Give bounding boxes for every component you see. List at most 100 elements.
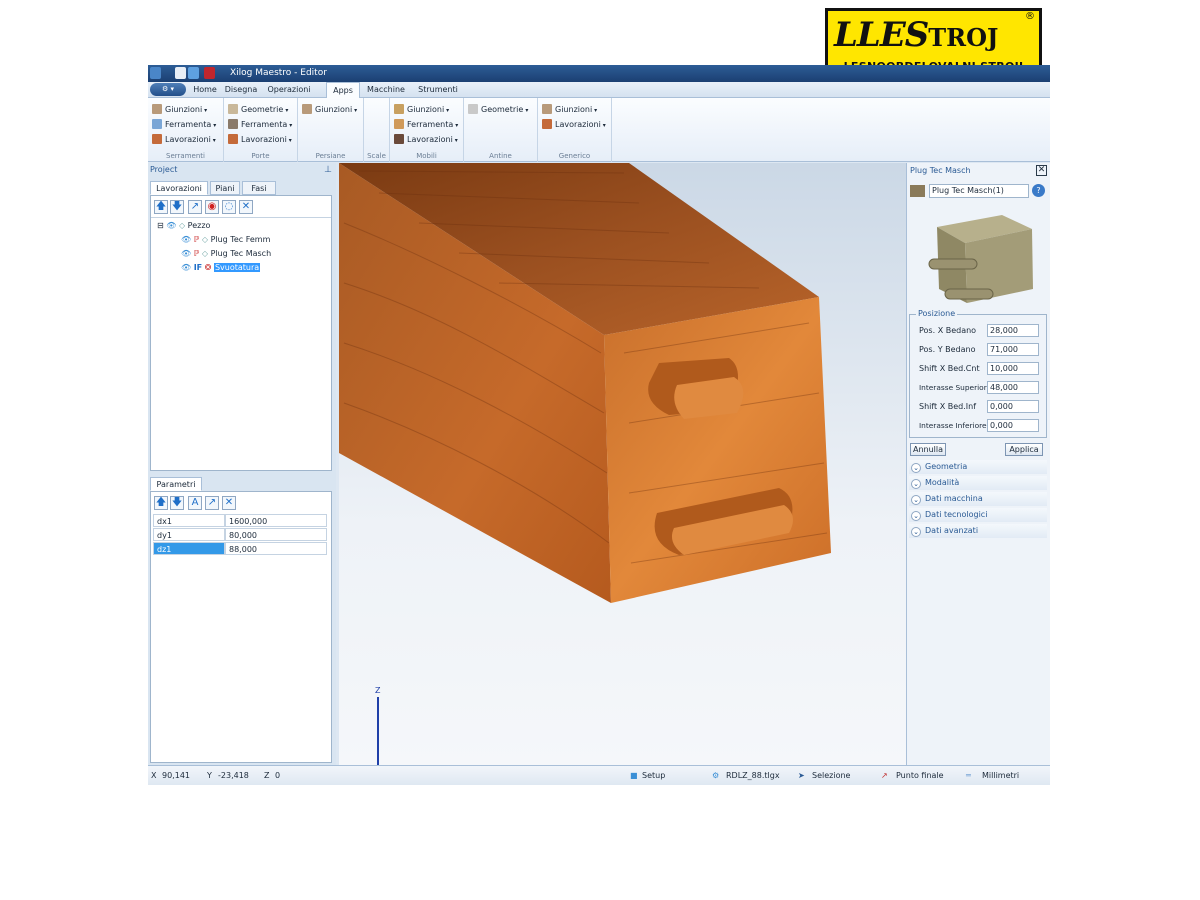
lavorazioni-button[interactable]: Lavorazioni ▾ <box>394 133 458 146</box>
tree-item[interactable]: 👁 ℙ ◇ Plug Tec Femm <box>181 235 270 244</box>
pin-icon[interactable]: ⊥ <box>324 165 332 175</box>
pos-y-input[interactable]: 71,000 <box>987 343 1039 356</box>
field-label: Shift X Bed.Cnt <box>919 364 980 373</box>
parameters-panel: Parametri 🡅 🡇 A ↗ ✕ dx1 1600,000 dy1 80,… <box>148 475 336 765</box>
door-geometry-icon <box>468 104 478 114</box>
section-dati-macchina[interactable]: ⌄ Dati macchina <box>909 492 1047 506</box>
giunzioni-button[interactable]: Giunzioni ▾ <box>542 103 597 116</box>
move-up-icon[interactable]: 🡅 <box>154 496 168 510</box>
close-icon[interactable]: ✕ <box>1036 165 1047 176</box>
move-down-icon[interactable]: 🡇 <box>170 496 184 510</box>
coord-y-value: -23,418 <box>218 771 249 780</box>
group-porte: Geometrie ▾ Ferramenta ▾ Lavorazioni ▾ Port… <box>224 98 298 162</box>
eye-icon[interactable]: 👁 <box>181 263 191 272</box>
field-label: Interasse Superiore <box>919 383 992 392</box>
part-icon: ◇ <box>201 249 209 258</box>
application-menu-button[interactable]: ⚙ ▾ <box>150 83 186 96</box>
eye-icon[interactable]: 👁 <box>166 221 176 230</box>
export-icon[interactable]: ↗ <box>188 200 202 214</box>
section-dati-tecnologici[interactable]: ⌄ Dati tecnologici <box>909 508 1047 522</box>
snap-mode[interactable]: Punto finale <box>896 771 944 780</box>
lavorazioni-button[interactable]: Lavorazioni ▾ <box>152 133 216 146</box>
param-value-input[interactable]: 88,000 <box>225 542 327 555</box>
units-icon: ═ <box>966 771 971 780</box>
geometrie-button[interactable]: Geometrie ▾ <box>228 103 288 116</box>
delete-icon[interactable]: ✕ <box>222 496 236 510</box>
lavorazioni-button[interactable]: Lavorazioni ▾ <box>542 118 606 131</box>
move-up-icon[interactable]: 🡅 <box>154 200 168 214</box>
section-dati-avanzati[interactable]: ⌄ Dati avanzati <box>909 524 1047 538</box>
coord-x-label: X <box>151 771 157 780</box>
interasse-sup-input[interactable]: 48,000 <box>987 381 1039 394</box>
preview-image <box>928 215 1033 303</box>
add-param-icon[interactable]: A <box>188 496 202 510</box>
apply-button[interactable]: Applica <box>1005 443 1043 456</box>
title-bar: Xilog Maestro - Editor <box>148 65 1050 82</box>
eye-icon[interactable]: 👁 <box>181 249 191 258</box>
cancel-button[interactable]: Annulla <box>910 443 946 456</box>
group-scale: Scale <box>364 98 390 162</box>
pos-x-input[interactable]: 28,000 <box>987 324 1039 337</box>
tab-apps[interactable]: Apps <box>326 82 360 98</box>
section-geometria[interactable]: ⌄ Geometria <box>909 460 1047 474</box>
part-icon: ◇ <box>178 221 186 230</box>
tree-item[interactable]: 👁 ℙ ◇ Plug Tec Masch <box>181 249 271 258</box>
export-icon[interactable]: ↗ <box>205 496 219 510</box>
selection-mode[interactable]: Selezione <box>812 771 850 780</box>
3d-viewport[interactable]: Z Y X <box>339 163 906 785</box>
delete-icon[interactable]: ✕ <box>239 200 253 214</box>
tab-strumenti[interactable]: Strumenti <box>413 82 463 98</box>
eye-icon[interactable]: 👁 <box>181 235 191 244</box>
group-mobili: Giunzioni ▾ Ferramenta ▾ Lavorazioni ▾ Mobi… <box>390 98 464 162</box>
param-name: dx1 <box>153 514 225 527</box>
properties-title: Plug Tec Masch <box>910 166 971 175</box>
new-file-icon[interactable] <box>175 67 186 79</box>
bulb-off-icon[interactable]: ◉ <box>205 200 219 214</box>
tab-piani[interactable]: Piani <box>210 181 240 195</box>
giunzioni-button[interactable]: Giunzioni ▾ <box>302 103 357 116</box>
tab-fasi[interactable]: Fasi <box>242 181 276 195</box>
tab-macchine[interactable]: Macchine <box>363 82 409 98</box>
project-title: Project <box>150 165 178 174</box>
wood-part-render: Z Y X <box>339 163 831 785</box>
machining-icon <box>152 134 162 144</box>
tab-lavorazioni[interactable]: Lavorazioni <box>150 181 208 195</box>
ribbon-tabs: ⚙ ▾ Home Disegna Operazioni Apps Macchin… <box>148 82 1050 98</box>
cursor-icon: ➤ <box>798 771 805 780</box>
param-value-input[interactable]: 80,000 <box>225 528 327 541</box>
tree-item-selected[interactable]: 👁 IF ❂ Svuotatura <box>181 263 261 272</box>
coord-y-label: Y <box>207 771 212 780</box>
lavorazioni-button[interactable]: Lavorazioni ▾ <box>228 133 292 146</box>
app-icon[interactable] <box>150 67 161 79</box>
joint-icon <box>542 104 552 114</box>
move-down-icon[interactable]: 🡇 <box>170 200 184 214</box>
giunzioni-button[interactable]: Giunzioni ▾ <box>152 103 207 116</box>
print-icon[interactable] <box>204 67 215 79</box>
tab-disegna[interactable]: Disegna <box>221 82 261 98</box>
tab-operazioni[interactable]: Operazioni <box>261 82 317 98</box>
tab-parametri[interactable]: Parametri <box>150 477 202 491</box>
units-mode[interactable]: Millimetri <box>982 771 1019 780</box>
help-icon[interactable]: ? <box>1032 184 1045 197</box>
setup-button[interactable]: Setup <box>642 771 665 780</box>
param-value-input[interactable]: 1600,000 <box>225 514 327 527</box>
section-modalita[interactable]: ⌄ Modalità <box>909 476 1047 490</box>
instance-select[interactable]: Plug Tec Masch(1) <box>929 184 1029 198</box>
giunzioni-button[interactable]: Giunzioni ▾ <box>394 103 449 116</box>
bulb-on-icon[interactable]: ◌ <box>222 200 236 214</box>
tree-root[interactable]: ⊟ 👁 ◇ Pezzo <box>157 221 210 230</box>
geometrie-button[interactable]: Geometrie ▾ <box>468 103 528 116</box>
ferramenta-button[interactable]: Ferramenta ▾ <box>394 118 458 131</box>
app-window: Xilog Maestro - Editor ⚙ ▾ Home Disegna … <box>148 65 1050 785</box>
ferramenta-button[interactable]: Ferramenta ▾ <box>228 118 292 131</box>
interasse-inf-input[interactable]: 0,000 <box>987 419 1039 432</box>
tab-home[interactable]: Home <box>189 82 221 98</box>
save-icon[interactable] <box>188 67 199 79</box>
file-name[interactable]: RDLZ_88.tlgx <box>726 771 780 780</box>
ferramenta-button[interactable]: Ferramenta ▾ <box>152 118 216 131</box>
shift-x-inf-input[interactable]: 0,000 <box>987 400 1039 413</box>
collapse-icon[interactable]: ⊟ <box>157 221 164 230</box>
chevron-down-icon: ⌄ <box>911 511 921 521</box>
logo-wordmark: LLESTROJ <box>834 15 999 55</box>
shift-x-cnt-input[interactable]: 10,000 <box>987 362 1039 375</box>
